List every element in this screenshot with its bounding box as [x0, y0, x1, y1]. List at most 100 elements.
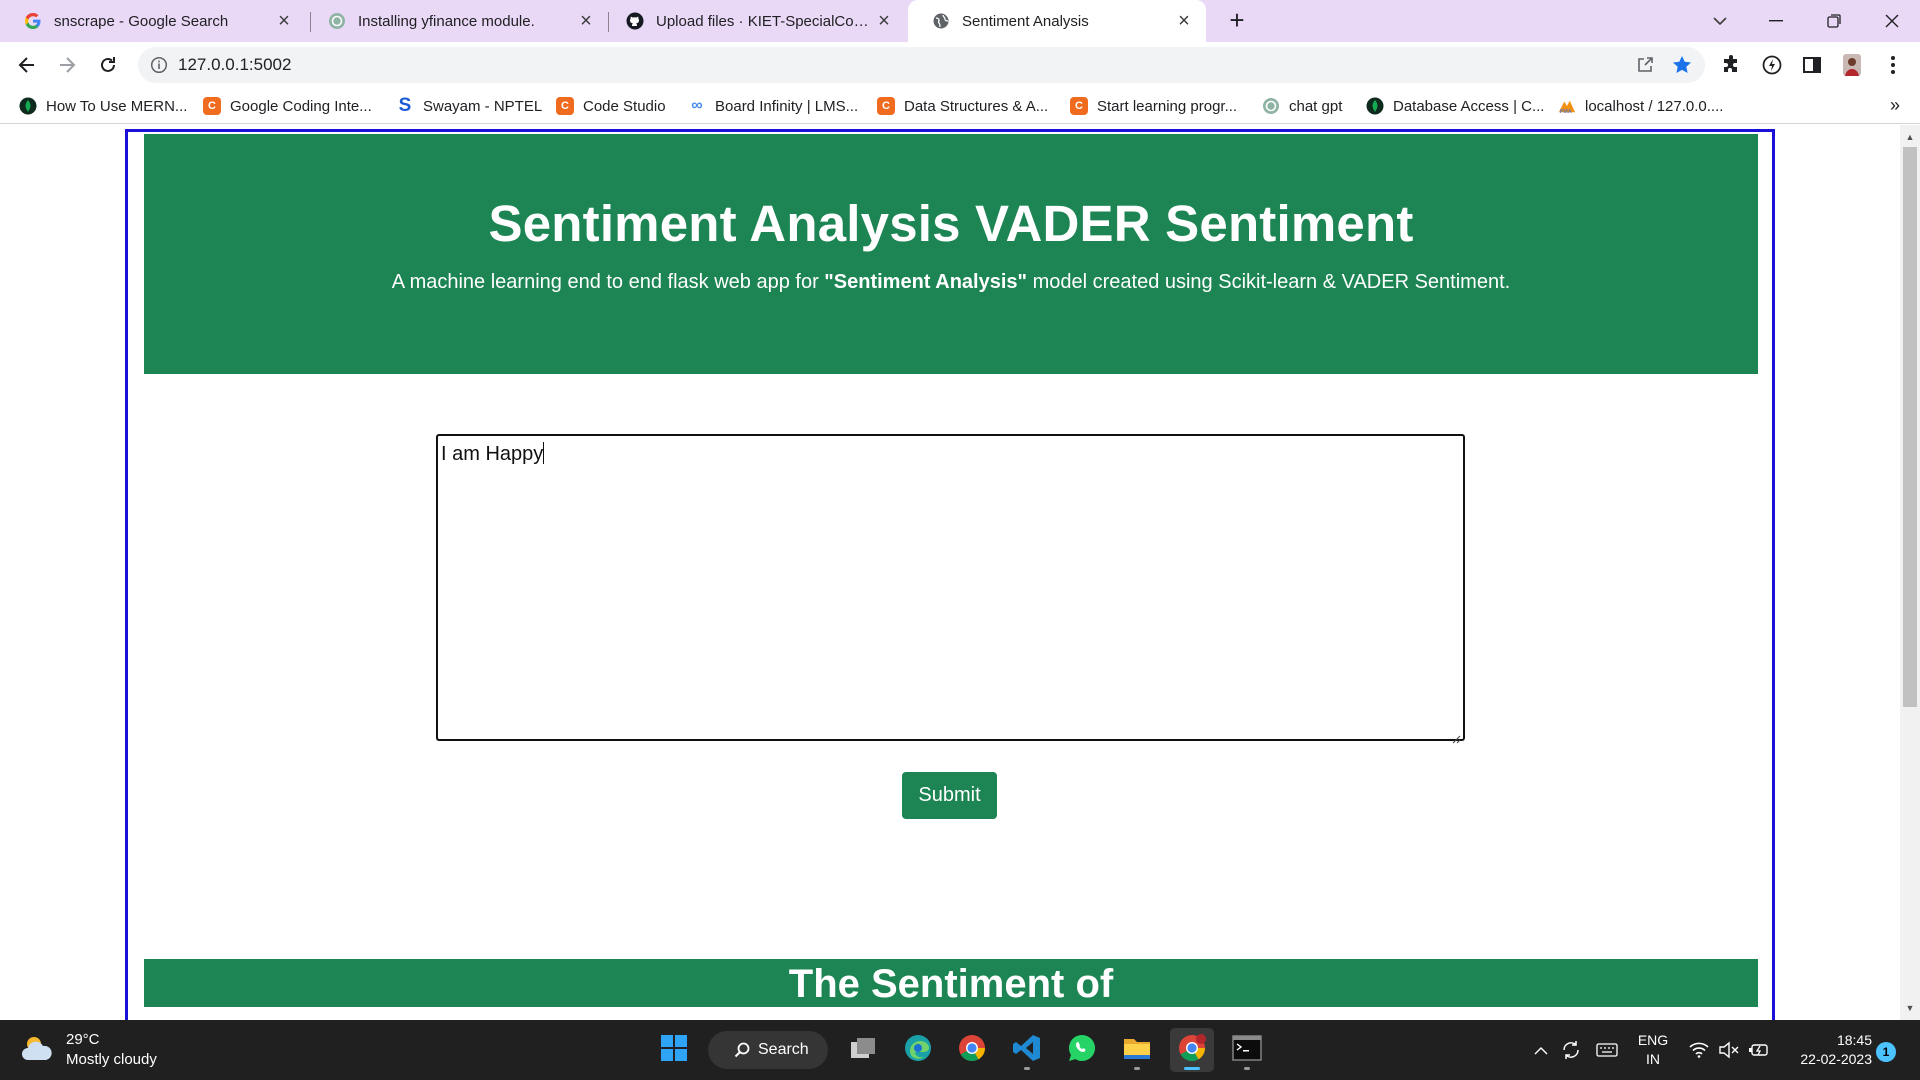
new-tab-button[interactable]: +: [1222, 6, 1252, 36]
battery-charging-icon[interactable]: [1746, 1020, 1772, 1080]
running-indicator: [1024, 1067, 1030, 1070]
weather-widget[interactable]: 29°C Mostly cloudy: [20, 1030, 157, 1070]
tab-title: snscrape - Google Search: [54, 12, 229, 30]
clock-time: 18:45: [1836, 1032, 1872, 1048]
mongodb-icon: [19, 97, 37, 115]
tab-github-upload[interactable]: Upload files · KIET-SpecialCoding ×: [602, 0, 906, 42]
close-icon[interactable]: ×: [1174, 11, 1194, 31]
bookmark-item[interactable]: C Start learning progr...: [1070, 88, 1237, 124]
bookmark-label: Board Infinity | LMS...: [715, 97, 859, 115]
page-viewport: Sentiment Analysis VADER Sentiment A mac…: [0, 125, 1900, 1020]
start-button[interactable]: [652, 1028, 696, 1072]
scroll-down-arrow-icon[interactable]: ▼: [1900, 999, 1920, 1017]
taskbar-edge[interactable]: [896, 1028, 940, 1072]
bookmarks-overflow-button[interactable]: »: [1890, 88, 1900, 124]
scroll-up-arrow-icon[interactable]: ▲: [1900, 128, 1920, 146]
tab-title: Sentiment Analysis: [962, 12, 1089, 30]
bookmark-item[interactable]: PMA localhost / 127.0.0....: [1558, 88, 1723, 124]
bookmark-label: Swayam - NPTEL: [423, 97, 543, 115]
bookmark-item[interactable]: C Google Coding Inte...: [203, 88, 372, 124]
close-icon[interactable]: ×: [874, 11, 894, 31]
close-icon[interactable]: ×: [274, 11, 294, 31]
subtitle-emphasis: "Sentiment Analysis": [824, 271, 1028, 293]
hero-banner: Sentiment Analysis VADER Sentiment A mac…: [144, 134, 1758, 374]
chatgpt-icon: [328, 12, 346, 30]
bookmark-item[interactable]: Database Access | C...: [1366, 88, 1544, 124]
sentiment-text-input[interactable]: I am Happy: [436, 434, 1465, 744]
bookmark-label: Data Structures & A...: [904, 97, 1049, 115]
codingninjas-icon: C: [1070, 97, 1088, 115]
volume-muted-icon[interactable]: [1716, 1020, 1742, 1080]
task-view-button[interactable]: [841, 1028, 885, 1072]
bookmark-label: Start learning progr...: [1097, 97, 1238, 115]
search-icon: [734, 1042, 750, 1058]
running-indicator: [1184, 1067, 1200, 1070]
bookmark-label: Database Access | C...: [1393, 97, 1545, 115]
taskbar-file-explorer[interactable]: [1115, 1028, 1159, 1072]
mongodb-icon: [1366, 97, 1384, 115]
subtitle-text: A machine learning end to end flask web …: [391, 271, 825, 293]
wifi-icon[interactable]: [1686, 1020, 1712, 1080]
bookmark-item[interactable]: C Data Structures & A...: [877, 88, 1048, 124]
scrollbar-thumb[interactable]: [1903, 147, 1917, 707]
taskbar-search[interactable]: Search: [708, 1031, 828, 1069]
taskbar-whatsapp[interactable]: [1060, 1028, 1104, 1072]
system-clock[interactable]: 18:45 22-02-2023: [1786, 1031, 1872, 1069]
google-icon: [24, 12, 42, 30]
language-indicator[interactable]: ENG IN: [1636, 1031, 1670, 1069]
taskbar-chrome[interactable]: [950, 1028, 994, 1072]
bookmark-label: How To Use MERN...: [46, 97, 188, 115]
profile-avatar[interactable]: [1839, 52, 1865, 78]
taskbar-terminal[interactable]: [1225, 1028, 1269, 1072]
tab-google-search[interactable]: snscrape - Google Search ×: [0, 0, 306, 42]
text-caret: [543, 442, 545, 464]
chatgpt-icon: [1262, 97, 1280, 115]
region-code: IN: [1646, 1051, 1660, 1067]
address-bar[interactable]: 127.0.0.1:5002: [138, 47, 1705, 83]
notification-badge[interactable]: 1: [1876, 1042, 1896, 1062]
restore-button[interactable]: [1806, 0, 1862, 42]
tray-overflow-chevron-icon[interactable]: [1530, 1020, 1552, 1080]
extension-bolt-icon[interactable]: [1759, 52, 1785, 78]
weather-text: 29°C Mostly cloudy: [66, 1030, 157, 1070]
chrome-icon: [957, 1033, 987, 1068]
bookmark-star-icon[interactable]: [1671, 54, 1693, 81]
side-panel-icon[interactable]: [1799, 52, 1825, 78]
info-icon[interactable]: [150, 56, 168, 74]
sync-icon[interactable]: [1558, 1020, 1584, 1080]
bookmark-item[interactable]: How To Use MERN...: [19, 88, 187, 124]
running-indicator: [1134, 1067, 1140, 1070]
task-view-icon: [849, 1036, 877, 1065]
back-button[interactable]: [13, 51, 41, 79]
taskbar-chrome-active[interactable]: [1170, 1028, 1214, 1072]
tab-search-chevron-icon[interactable]: [1692, 0, 1748, 42]
reload-button[interactable]: [94, 51, 122, 79]
weather-temp: 29°C: [66, 1031, 100, 1048]
close-window-button[interactable]: [1864, 0, 1920, 42]
forward-button[interactable]: [53, 51, 81, 79]
bookmark-item[interactable]: chat gpt: [1262, 88, 1342, 124]
submit-button[interactable]: Submit: [902, 772, 997, 819]
tab-strip: snscrape - Google Search × Installing yf…: [0, 0, 1920, 42]
bookmark-item[interactable]: C Code Studio: [556, 88, 666, 124]
taskbar-vscode[interactable]: [1005, 1028, 1049, 1072]
tab-sentiment-analysis[interactable]: Sentiment Analysis ×: [908, 0, 1206, 42]
extensions-icon[interactable]: [1718, 52, 1744, 78]
clock-date: 22-02-2023: [1800, 1051, 1872, 1067]
weather-desc: Mostly cloudy: [66, 1051, 157, 1068]
bookmark-label: chat gpt: [1289, 97, 1343, 115]
language-code: ENG: [1637, 1032, 1669, 1048]
page-title: Sentiment Analysis VADER Sentiment: [488, 195, 1414, 252]
bookmark-item[interactable]: S Swayam - NPTEL: [396, 88, 543, 124]
resize-grip-icon[interactable]: [1451, 727, 1461, 744]
result-heading: The Sentiment of: [144, 959, 1758, 1007]
minimize-button[interactable]: [1748, 0, 1804, 42]
page-scrollbar[interactable]: ▲ ▼: [1900, 125, 1920, 1020]
tab-yfinance[interactable]: Installing yfinance module. ×: [304, 0, 608, 42]
menu-kebab-icon[interactable]: [1880, 52, 1906, 78]
keyboard-icon[interactable]: [1592, 1020, 1622, 1080]
share-icon[interactable]: [1635, 55, 1655, 80]
codingninjas-icon: C: [877, 97, 895, 115]
close-icon[interactable]: ×: [576, 11, 596, 31]
bookmark-item[interactable]: ∞ Board Infinity | LMS...: [688, 88, 858, 124]
